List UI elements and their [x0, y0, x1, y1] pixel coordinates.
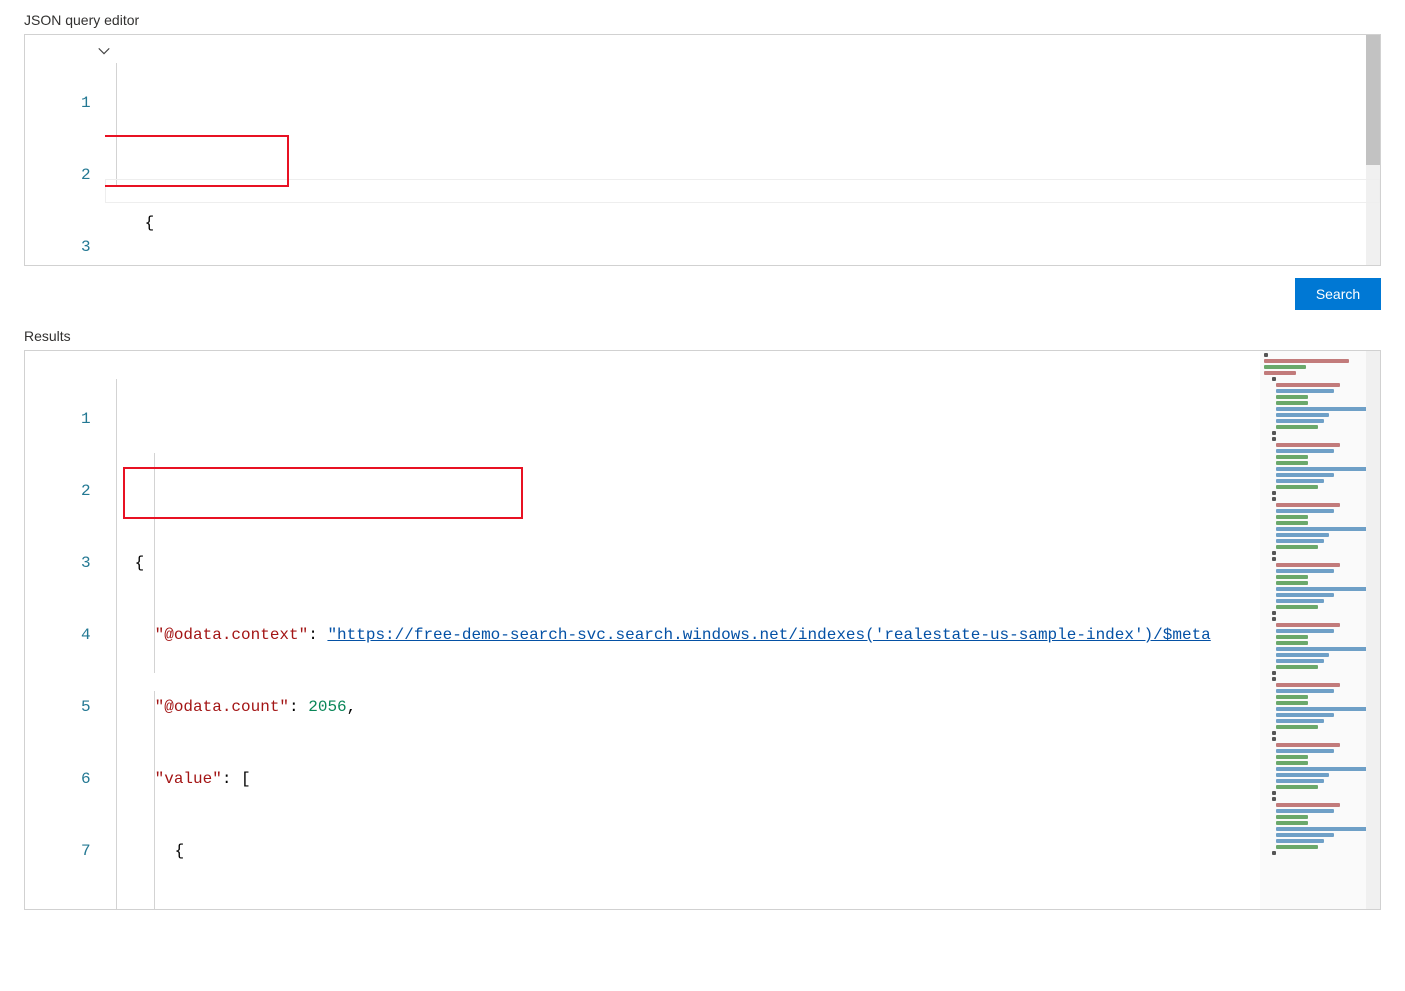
highlight-search-score-listing [123, 467, 523, 519]
editor-label: JSON query editor [24, 12, 1381, 28]
code-line: "value": [ [135, 767, 1380, 791]
query-editor[interactable]: 1 2 3 4 5 6 7 { "search": "seattle condo… [24, 34, 1381, 266]
code-line: { [135, 551, 1380, 575]
code-line: "@odata.context": "https://free-demo-sea… [135, 623, 1380, 647]
code-line: "@odata.count": 2056, [135, 695, 1380, 719]
code-line: { [135, 839, 1380, 863]
code-line: { [145, 211, 1380, 235]
highlight-top-skip [105, 135, 289, 187]
query-code[interactable]: { "search": "seattle condo", "count": tr… [105, 35, 1380, 266]
line-gutter: 1 2 3 4 5 6 7 [25, 35, 105, 266]
results-code[interactable]: { "@odata.context": "https://free-demo-s… [105, 351, 1380, 910]
results-viewer[interactable]: 1 2 3 4 5 6 7 8 9 10 11 12 13 14 15 16 1… [24, 350, 1381, 910]
results-label: Results [24, 328, 1381, 344]
results-gutter: 1 2 3 4 5 6 7 8 9 10 11 12 13 14 15 16 1… [25, 351, 105, 910]
search-button[interactable]: Search [1295, 278, 1381, 310]
